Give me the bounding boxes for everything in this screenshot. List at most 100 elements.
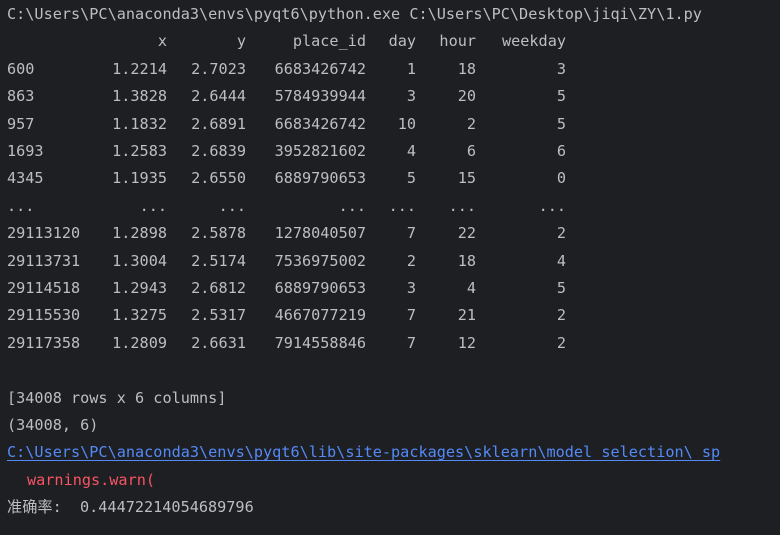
cell-weekday: 2: [556, 224, 566, 243]
cell-day: 10: [397, 114, 416, 133]
row-index: ...: [7, 196, 35, 215]
table-row: 4345 1.1935 2.6550 6889790653 5 15 0: [7, 165, 566, 192]
cell-weekday: 5: [556, 279, 566, 298]
cell-weekday: 6: [556, 142, 566, 161]
cell-x: 1.2214: [112, 59, 167, 78]
cell-y: 2.5174: [191, 251, 246, 270]
cell-place-id: ...: [338, 196, 366, 215]
cell-y: 2.6891: [191, 114, 246, 133]
cell-day: 3: [406, 279, 416, 298]
cell-day: ...: [388, 196, 416, 215]
cell-place-id: 6889790653: [274, 169, 366, 188]
column-header-place-id: place_id: [292, 32, 366, 51]
cell-x: 1.1832: [112, 114, 167, 133]
column-header-x: x: [157, 32, 167, 51]
table-row: 29117358 1.2809 2.6631 7914558846 7 12 2: [7, 330, 566, 357]
cell-day: 7: [406, 224, 416, 243]
cell-y: 2.5317: [191, 306, 246, 325]
cell-x: 1.2943: [112, 279, 167, 298]
row-index: 29114518: [7, 279, 81, 298]
cell-day: 1: [406, 59, 416, 78]
row-index: 29113120: [7, 224, 81, 243]
cell-day: 3: [406, 87, 416, 106]
cell-place-id: 6683426742: [274, 114, 366, 133]
cell-hour: 21: [457, 306, 476, 325]
cell-hour: 15: [457, 169, 476, 188]
accuracy-output: 准确率: 0.44472214054689796: [7, 498, 254, 517]
cell-hour: 22: [457, 224, 476, 243]
shape-output: (34008, 6): [7, 416, 99, 435]
cell-y: 2.6444: [191, 87, 246, 106]
cell-x: 1.3828: [112, 87, 167, 106]
run-command-line: C:\Users\PC\anaconda3\envs\pyqt6\python.…: [7, 5, 702, 23]
cell-weekday: 4: [556, 251, 566, 270]
cell-hour: ...: [448, 196, 476, 215]
row-index: 29115530: [7, 306, 81, 325]
run-console-output: C:\Users\PC\anaconda3\envs\pyqt6\python.…: [0, 0, 780, 535]
cell-hour: 20: [457, 87, 476, 106]
cell-weekday: 0: [556, 169, 566, 188]
row-index: 29117358: [7, 333, 81, 352]
warning-call: warnings.warn(: [27, 470, 156, 489]
index-header: [7, 28, 87, 55]
warning-source-link[interactable]: C:\Users\PC\anaconda3\envs\pyqt6\lib\sit…: [7, 443, 720, 461]
cell-hour: 6: [466, 142, 476, 161]
row-index: 1693: [7, 142, 44, 161]
column-header-day: day: [388, 32, 416, 51]
cell-y: 2.5878: [191, 224, 246, 243]
row-index: 957: [7, 114, 35, 133]
dataframe-header-row: x y place_id day hour weekday: [7, 28, 566, 55]
cell-y: 2.6812: [191, 279, 246, 298]
cell-hour: 4: [466, 279, 476, 298]
cell-x: 1.3004: [112, 251, 167, 270]
cell-hour: 2: [466, 114, 476, 133]
table-row: 29114518 1.2943 2.6812 6889790653 3 4 5: [7, 275, 566, 302]
cell-y: 2.6839: [191, 142, 246, 161]
cell-x: 1.2809: [112, 333, 167, 352]
cell-y: 2.6631: [191, 333, 246, 352]
warning-source-row: C:\Users\PC\anaconda3\envs\pyqt6\lib\sit…: [0, 439, 780, 466]
cell-place-id: 6889790653: [274, 279, 366, 298]
cell-place-id: 5784939944: [274, 87, 366, 106]
row-index: 600: [7, 59, 35, 78]
column-header-y: y: [236, 32, 246, 51]
cell-x: 1.2583: [112, 142, 167, 161]
cell-day: 7: [406, 306, 416, 325]
cell-y: 2.7023: [191, 59, 246, 78]
cell-place-id: 4667077219: [274, 306, 366, 325]
cell-weekday: 5: [556, 114, 566, 133]
cell-y: 2.6550: [191, 169, 246, 188]
cell-x: 1.3275: [112, 306, 167, 325]
cell-hour: 18: [457, 251, 476, 270]
ellipsis-row: ... ... ... ... ... ... ...: [7, 193, 566, 220]
dataframe-summary: [34008 rows x 6 columns]: [7, 388, 227, 407]
cell-weekday: 2: [556, 333, 566, 352]
column-header-hour: hour: [439, 32, 476, 51]
cell-weekday: 2: [556, 306, 566, 325]
cell-x: ...: [139, 196, 167, 215]
cell-x: 1.2898: [112, 224, 167, 243]
cell-place-id: 7914558846: [274, 333, 366, 352]
row-index: 29113731: [7, 251, 81, 270]
table-row: 29113731 1.3004 2.5174 7536975002 2 18 4: [7, 248, 566, 275]
cell-day: 4: [406, 142, 416, 161]
cell-y: ...: [218, 196, 246, 215]
cell-weekday: ...: [538, 196, 566, 215]
table-row: 29115530 1.3275 2.5317 4667077219 7 21 2: [7, 302, 566, 329]
cell-x: 1.1935: [112, 169, 167, 188]
cell-place-id: 1278040507: [274, 224, 366, 243]
column-header-weekday: weekday: [501, 32, 566, 51]
table-row: 957 1.1832 2.6891 6683426742 10 2 5: [7, 111, 566, 138]
cell-place-id: 6683426742: [274, 59, 366, 78]
cell-weekday: 3: [556, 59, 566, 78]
cell-day: 7: [406, 333, 416, 352]
cell-place-id: 7536975002: [274, 251, 366, 270]
cell-hour: 18: [457, 59, 476, 78]
row-index: 4345: [7, 169, 44, 188]
table-row: 29113120 1.2898 2.5878 1278040507 7 22 2: [7, 220, 566, 247]
cell-hour: 12: [457, 333, 476, 352]
table-row: 600 1.2214 2.7023 6683426742 1 18 3: [7, 56, 566, 83]
cell-place-id: 3952821602: [274, 142, 366, 161]
table-row: 863 1.3828 2.6444 5784939944 3 20 5: [7, 83, 566, 110]
